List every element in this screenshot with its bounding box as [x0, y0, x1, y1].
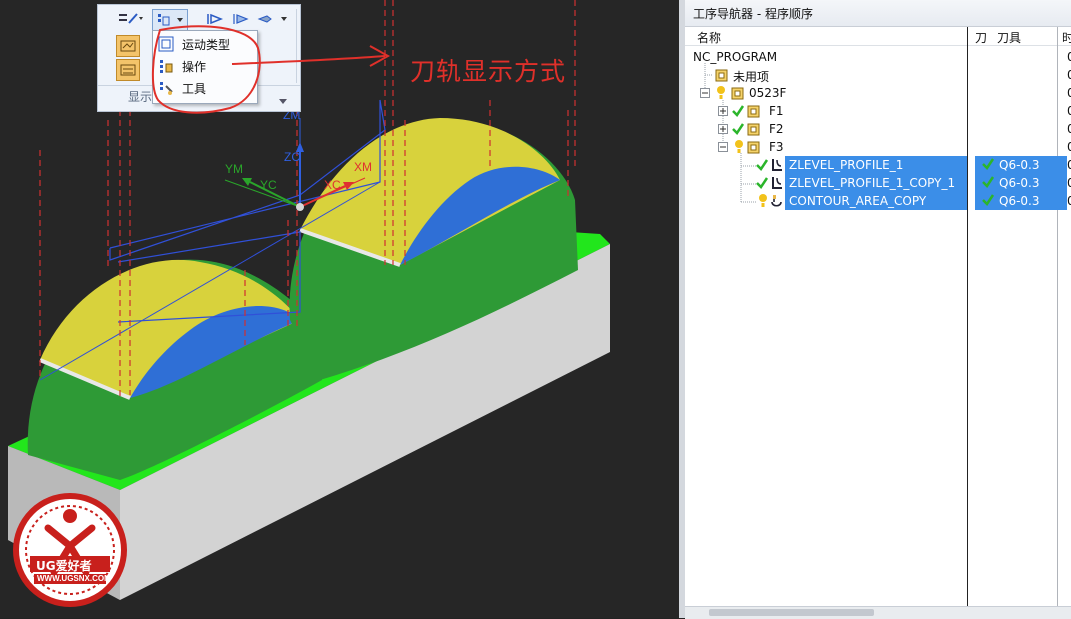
navigator-title: 工序导航器 - 程序顺序: [693, 7, 813, 21]
contour-area-operation-icon: [771, 195, 782, 207]
expand-icon[interactable]: [718, 124, 728, 134]
column-header-col2[interactable]: 刀: [975, 29, 987, 46]
tree-row-label: ZLEVEL_PROFILE_1_COPY_1: [789, 176, 956, 190]
tree-row-time: 0: [1067, 176, 1071, 190]
check-icon: [982, 158, 995, 170]
tree-row-time: 0: [1067, 68, 1071, 82]
watermark-url: WWW.UGSNX.COM: [37, 574, 111, 583]
watermark-brand: UG爱好者: [36, 559, 92, 573]
tree-row-tool-cell: Q6-0.3: [975, 174, 1067, 192]
axis-label-xc: XC: [324, 178, 341, 192]
check-icon: [732, 123, 745, 135]
warning-icon: [735, 140, 743, 153]
tree-row-label: CONTOUR_AREA_COPY: [789, 194, 927, 208]
tree-row-tool-cell: Q6-0.3: [975, 192, 1067, 210]
tree-row-label: 未用项: [733, 70, 770, 84]
tree-row-time: 0: [1067, 158, 1071, 172]
tree-row-zlevel-profile-1[interactable]: ZLEVEL_PROFILE_1 Q6-0.3 0: [685, 156, 1071, 174]
collapse-icon[interactable]: [718, 142, 728, 152]
check-icon: [732, 105, 745, 117]
column-header-time[interactable]: 时: [1062, 29, 1071, 46]
program-folder-icon: [747, 123, 760, 136]
zlevel-operation-icon: [772, 177, 782, 189]
tree-row-tool: Q6-0.3: [999, 194, 1040, 208]
tree-row-time: 0: [1067, 194, 1071, 208]
axis-label-xm: XM: [354, 160, 372, 174]
tree-row-label: F1: [769, 104, 784, 118]
graphics-viewport[interactable]: ZM ZC YM YC XM XC 显示 运动类型 操作 工具 刀轨显示方式 U…: [0, 0, 679, 618]
tree-row-tool: Q6-0.3: [999, 158, 1040, 172]
axis-label-yc: YC: [260, 178, 277, 192]
check-icon: [756, 159, 769, 171]
tree-row-tool: Q6-0.3: [999, 176, 1040, 190]
program-folder-icon: [747, 141, 760, 154]
program-folder-icon: [747, 105, 760, 118]
tree-row-label: F2: [769, 122, 784, 136]
tree-row-label: ZLEVEL_PROFILE_1: [789, 158, 904, 172]
axis-label-zc: ZC: [284, 150, 300, 164]
tree-row-label: 0523F: [749, 86, 787, 100]
tree-row-unused[interactable]: 未用项 0: [685, 66, 1071, 84]
column-header-tool[interactable]: 刀具: [997, 29, 1021, 46]
tree-row-0523f[interactable]: 0523F 0: [685, 84, 1071, 102]
tree-row-time: 0: [1067, 50, 1071, 64]
axis-label-ym: YM: [225, 162, 243, 176]
check-icon: [982, 176, 995, 188]
zlevel-operation-icon: [772, 159, 782, 171]
tree-row-f2[interactable]: F2 0: [685, 120, 1071, 138]
expand-icon[interactable]: [718, 106, 728, 116]
tree-row-f1[interactable]: F1 0: [685, 102, 1071, 120]
annotation-text: 刀轨显示方式: [410, 57, 567, 86]
tree-row-time: 0: [1067, 140, 1071, 154]
tree-row-time: 0: [1067, 122, 1071, 136]
navigator-column-header: 名称 刀 刀具 时: [685, 27, 1071, 46]
warning-icon: [717, 86, 725, 99]
tree-row-nc-program[interactable]: NC_PROGRAM 0: [685, 48, 1071, 66]
ug-watermark-logo: UG爱好者 WWW.UGSNX.COM: [10, 488, 130, 610]
scrollbar-thumb[interactable]: [709, 609, 874, 616]
program-folder-icon: [731, 87, 744, 100]
navigator-titlebar: 工序导航器 - 程序顺序: [685, 0, 1071, 27]
tree-row-tool-cell: Q6-0.3: [975, 156, 1067, 174]
warning-icon: [759, 194, 767, 207]
horizontal-scrollbar[interactable]: [685, 606, 1071, 619]
tree-row-time: 0: [1067, 104, 1071, 118]
check-icon: [982, 194, 995, 206]
tree-row-contour-area-copy[interactable]: CONTOUR_AREA_COPY Q6-0.3 0: [685, 192, 1071, 210]
tree-row-label: F3: [769, 140, 784, 154]
tree-row-label: NC_PROGRAM: [693, 50, 778, 64]
tree-row-zlevel-profile-1-copy-1[interactable]: ZLEVEL_PROFILE_1_COPY_1 Q6-0.3 0: [685, 174, 1071, 192]
tree-row-time: 0: [1067, 86, 1071, 100]
operation-navigator-panel: 工序导航器 - 程序顺序 名称 刀 刀具 时 NC_PROGRAM 0 未用项 …: [679, 0, 1071, 619]
check-icon: [756, 177, 769, 189]
annotation-circle-arrow: [151, 25, 391, 114]
tree-row-f3[interactable]: F3 0: [685, 138, 1071, 156]
collapse-icon[interactable]: [700, 88, 710, 98]
column-header-name[interactable]: 名称: [697, 29, 721, 46]
program-folder-icon: [715, 69, 728, 82]
